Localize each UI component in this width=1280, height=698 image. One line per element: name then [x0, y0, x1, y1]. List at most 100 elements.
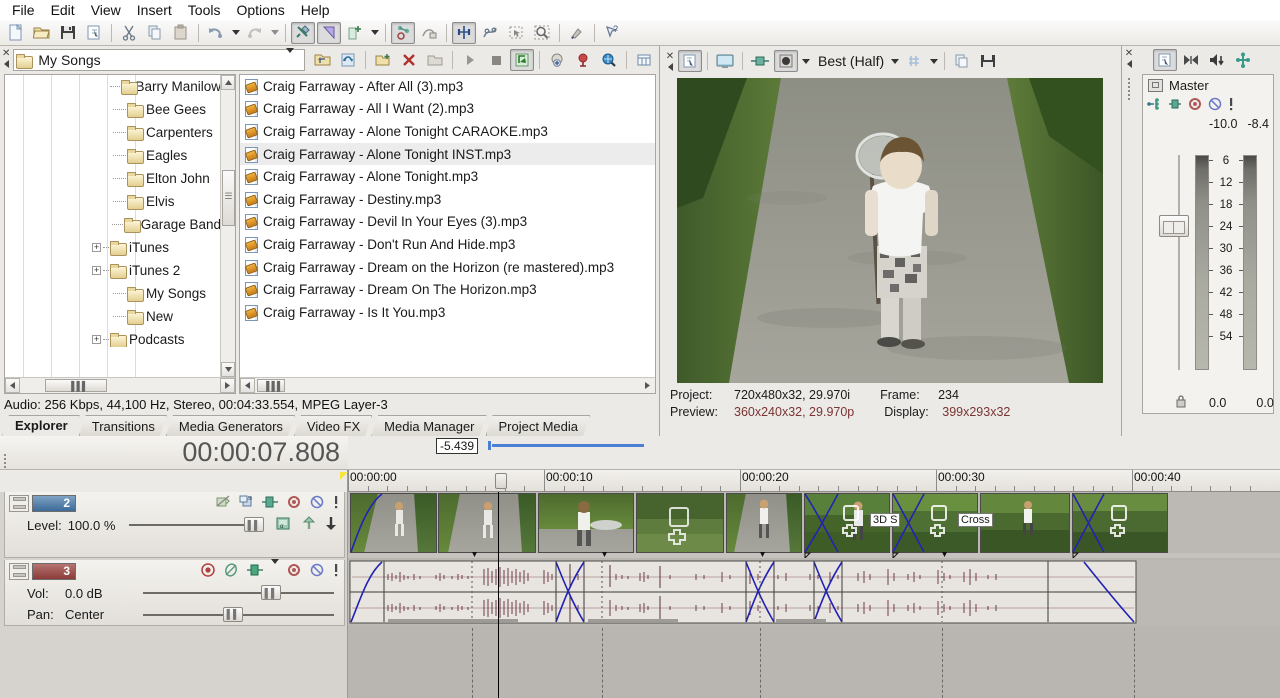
level-slider-knob[interactable]: ▌▌: [244, 517, 264, 532]
open-project-icon[interactable]: [30, 22, 54, 44]
redo-dropdown-icon[interactable]: [268, 22, 281, 44]
address-bar[interactable]: My Songs: [13, 48, 306, 71]
preview-panel-grip[interactable]: ✕: [663, 51, 677, 71]
master-panel-grip[interactable]: ✕: [1122, 46, 1136, 436]
expand-icon[interactable]: +: [92, 335, 101, 344]
new-project-icon[interactable]: [4, 22, 28, 44]
exclamation-icon[interactable]: [332, 495, 340, 512]
fader-knob[interactable]: [1159, 215, 1189, 237]
move-to-folder-icon[interactable]: [423, 49, 447, 71]
redo-icon[interactable]: [243, 22, 267, 44]
insert-track-dropdown-icon[interactable]: [368, 22, 381, 44]
quality-dropdown-icon[interactable]: [888, 50, 901, 72]
solo-dropdown-icon[interactable]: [271, 559, 279, 578]
tree-item[interactable]: Elton John: [5, 167, 221, 190]
parent-compositing-icon[interactable]: [302, 516, 316, 534]
marker-bar[interactable]: -5.439: [348, 436, 1280, 470]
undo-icon[interactable]: [204, 22, 228, 44]
insert-track-icon[interactable]: [343, 22, 367, 44]
transition-label[interactable]: Cross: [958, 513, 993, 527]
fx-gear-icon[interactable]: [286, 563, 302, 580]
add-to-favorites-icon[interactable]: [545, 49, 569, 71]
start-preview-icon[interactable]: [458, 49, 482, 71]
fx-icon[interactable]: [261, 495, 279, 512]
auto-preview-icon[interactable]: [510, 49, 535, 71]
tab-project-media[interactable]: Project Media: [486, 415, 590, 436]
expand-icon[interactable]: +: [92, 266, 101, 275]
refresh-icon[interactable]: [336, 49, 360, 71]
track-header-video[interactable]: 2 Level: 100.0 % ▌▌ α: [4, 492, 345, 558]
solo-icon[interactable]: [246, 563, 264, 580]
scroll-up-icon[interactable]: [221, 75, 235, 90]
child-compositing-icon[interactable]: [324, 516, 338, 534]
preview-quality-dropdown-icon[interactable]: [799, 50, 812, 72]
pan-slider[interactable]: ▌▌: [143, 606, 334, 622]
expand-icon[interactable]: +: [92, 243, 101, 252]
views-icon[interactable]: [632, 49, 656, 71]
list-item[interactable]: Craig Farraway - Alone Tonight CARAOKE.m…: [240, 120, 655, 143]
close-icon[interactable]: ✕: [666, 51, 674, 61]
tree-hscroll-thumb[interactable]: ▐▐▐: [45, 379, 107, 392]
envelope-edit-tool-icon[interactable]: [478, 22, 502, 44]
list-item[interactable]: Craig Farraway - Is It You.mp3: [240, 301, 655, 324]
close-icon[interactable]: ✕: [2, 49, 10, 59]
new-folder-icon[interactable]: [371, 49, 395, 71]
mute-icon[interactable]: [223, 562, 239, 580]
playhead-marker[interactable]: [495, 473, 507, 489]
timeline-ruler[interactable]: 00:00:00 00:00:10 00:00:20 00:00:30 00:0…: [348, 470, 1280, 492]
bypass-icon[interactable]: [309, 563, 325, 580]
copy-icon[interactable]: [143, 22, 167, 44]
menu-item-view[interactable]: View: [83, 0, 129, 20]
overlays-dropdown-icon[interactable]: [927, 50, 940, 72]
scroll-right-icon[interactable]: [640, 378, 655, 393]
timeline-track-area[interactable]: 3D S Cross: [348, 492, 1280, 698]
track-header-audio[interactable]: 3 Vol: 0.0 dB ▌▌ Pan: Center ▌▌: [4, 559, 345, 626]
split-screen-icon[interactable]: [748, 50, 772, 72]
undo-dropdown-icon[interactable]: [229, 22, 242, 44]
menu-item-insert[interactable]: Insert: [129, 0, 180, 20]
audio-out-icon[interactable]: [1205, 49, 1229, 71]
lock-icon[interactable]: [1175, 394, 1187, 411]
copy-snapshot-icon[interactable]: [950, 50, 974, 72]
tab-media-manager[interactable]: Media Manager: [371, 415, 486, 436]
mute-icon[interactable]: [215, 494, 231, 512]
list-item[interactable]: Craig Farraway - Alone Tonight.mp3: [240, 165, 655, 188]
master-fader[interactable]: [1159, 155, 1195, 370]
preview-quality-label[interactable]: Best (Half): [818, 53, 884, 69]
list-item[interactable]: Craig Farraway - Devil In Your Eyes (3).…: [240, 211, 655, 234]
menu-item-help[interactable]: Help: [293, 0, 338, 20]
exclamation-icon[interactable]: [1227, 97, 1235, 114]
track-number-badge[interactable]: 2: [32, 494, 76, 512]
record-arm-icon[interactable]: [200, 562, 216, 580]
preview-video-frame[interactable]: [677, 78, 1103, 383]
drag-handle[interactable]: [1127, 76, 1131, 102]
paste-icon[interactable]: [169, 22, 193, 44]
menu-item-options[interactable]: Options: [228, 0, 292, 20]
add-media-icon[interactable]: [571, 49, 595, 71]
collapse-icon[interactable]: [1126, 60, 1132, 68]
insert-bus-icon[interactable]: [1231, 49, 1255, 71]
volume-slider[interactable]: ▌▌: [143, 585, 334, 600]
master-properties-icon[interactable]: [1153, 49, 1177, 71]
tree-item[interactable]: New: [5, 305, 221, 328]
list-item[interactable]: Craig Farraway - After All (3).mp3: [240, 75, 655, 98]
enable-snapping-icon[interactable]: [291, 21, 315, 44]
list-item[interactable]: Craig Farraway - Don't Run And Hide.mp3: [240, 233, 655, 256]
tree-item[interactable]: Eagles: [5, 144, 221, 167]
bypass-icon[interactable]: [309, 495, 325, 512]
file-list[interactable]: Craig Farraway - After All (3).mp3 Craig…: [239, 74, 656, 394]
tree-item[interactable]: + Podcasts: [5, 328, 221, 347]
track-minimize-maximize-icon[interactable]: [9, 494, 29, 512]
file-list-horizontal-scrollbar[interactable]: ▐▐▐: [240, 377, 655, 393]
explorer-panel-grip[interactable]: ✕: [2, 47, 10, 73]
paint-icon[interactable]: [565, 22, 589, 44]
lock-envelopes-icon[interactable]: [417, 22, 441, 44]
tree-scroll-thumb[interactable]: ☰: [222, 170, 235, 226]
volume-slider-knob[interactable]: ▌▌: [261, 585, 281, 600]
tree-item[interactable]: + iTunes: [5, 236, 221, 259]
whats-this-icon[interactable]: ?: [600, 22, 624, 44]
transition-label[interactable]: 3D S: [870, 513, 901, 527]
tree-item[interactable]: Elvis: [5, 190, 221, 213]
tab-media-generators[interactable]: Media Generators: [166, 415, 295, 436]
project-properties-icon[interactable]: [82, 22, 106, 44]
